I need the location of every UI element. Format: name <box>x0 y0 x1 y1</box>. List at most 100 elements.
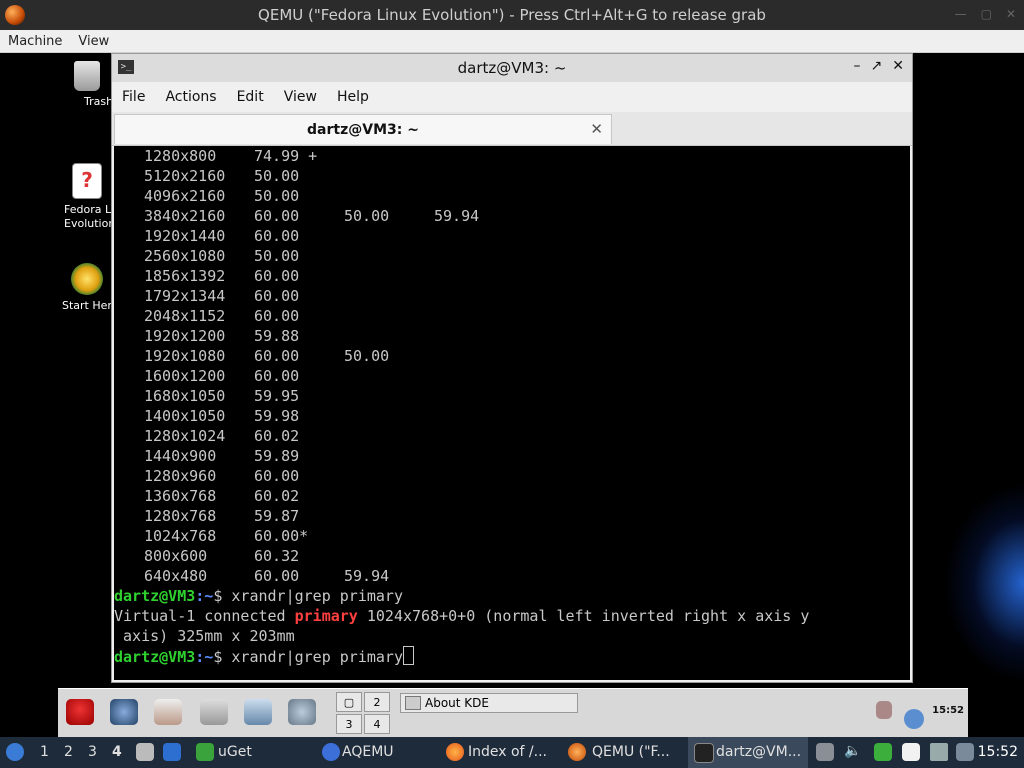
redhat-menu-icon[interactable] <box>66 699 94 725</box>
workspace-4[interactable]: 4 <box>112 744 122 760</box>
menu-actions[interactable]: Actions <box>155 89 226 105</box>
office-icon[interactable] <box>154 699 182 725</box>
desktop-icon-fedora[interactable]: ? Fedora L Evolution <box>58 163 116 231</box>
host-taskbar: 1 2 3 4 uGet AQEMU Index of /... QEMU ("… <box>0 737 1024 768</box>
terminal-icon: >_ <box>118 60 134 74</box>
mode-row: 1920x1440 60.00 <box>114 226 910 246</box>
mode-resolution: 2560x1080 <box>144 247 226 265</box>
mode-row: 5120x2160 50.00 <box>114 166 910 186</box>
mode-refresh-rate: 59.95 <box>254 387 300 405</box>
mode-resolution: 1680x1050 <box>144 387 226 405</box>
pager-desktop-1[interactable]: 1▢ <box>336 692 362 712</box>
uget-tray-icon[interactable] <box>874 743 892 761</box>
prompt-path: :~ <box>195 648 214 666</box>
mode-refresh-rate: 59.98 <box>254 407 300 425</box>
menu-help[interactable]: Help <box>327 89 379 105</box>
mode-refresh-rate: 60.32 <box>254 547 300 565</box>
pager-desktop-4[interactable]: 4 <box>364 714 390 734</box>
mode-refresh-rate: 59.87 <box>254 507 300 525</box>
mode-refresh-rate: 60.00 <box>254 567 300 585</box>
mode-row: 1600x1200 60.00 <box>114 366 910 386</box>
menu-view[interactable]: View <box>70 34 117 49</box>
desktop-icon[interactable] <box>163 743 181 761</box>
task-terminal[interactable]: dartz@VM... <box>716 744 801 760</box>
mode-resolution: 1920x1080 <box>144 347 226 365</box>
terminal-output[interactable]: 1280x800 74.99 + 5120x2160 50.00 4096x2160 50… <box>114 146 910 680</box>
trash-icon[interactable] <box>816 743 834 761</box>
mode-row: 1856x1392 60.00 <box>114 266 910 286</box>
task-firefox[interactable]: Index of /... <box>468 744 547 760</box>
menu-view[interactable]: View <box>274 89 327 105</box>
guest-display: Trash ? Fedora L Evolution Start Her >_ … <box>0 53 1024 768</box>
mode-row: 4096x2160 50.00 <box>114 186 910 206</box>
menu-file[interactable]: File <box>112 89 155 105</box>
mode-row: 1920x1080 60.00 50.00 <box>114 346 910 366</box>
pager-desktop-3[interactable]: 3 <box>336 714 362 734</box>
clipboard-icon[interactable] <box>902 743 920 761</box>
mode-refresh-rate: 60.02 <box>254 427 300 445</box>
maximize-icon[interactable]: ▢ <box>981 7 992 21</box>
workspace-1[interactable]: 1 <box>40 744 49 760</box>
minimize-icon[interactable]: – <box>854 58 861 74</box>
mode-refresh-rate: 60.00 <box>254 347 300 365</box>
terminal-line: axis) 325mm x 203mm <box>114 626 910 646</box>
mode-row: 2560x1080 50.00 <box>114 246 910 266</box>
command-text: xrandr|grep primary <box>231 587 403 605</box>
browser-icon[interactable] <box>110 699 138 725</box>
close-icon[interactable]: ✕ <box>1006 7 1016 21</box>
output-text: 1024x768+0+0 (normal left inverted right… <box>357 607 810 625</box>
update-check-icon[interactable] <box>904 709 924 729</box>
minimize-icon[interactable]: — <box>955 7 967 21</box>
close-icon[interactable]: ✕ <box>892 58 904 74</box>
mode-row: 1440x900 59.89 <box>114 446 910 466</box>
mode-refresh-rate: 59.89 <box>254 447 300 465</box>
aqemu-icon <box>322 743 340 761</box>
app-menu-icon[interactable] <box>6 743 24 761</box>
volume-icon[interactable]: 🔈 <box>844 743 862 761</box>
kde-panel: 1▢ 2 3 4 About KDE 15:52 <box>58 688 968 737</box>
mode-refresh-rate: 50.00 <box>254 167 300 185</box>
window-icon <box>405 696 421 710</box>
mode-row: 1024x768 60.00* <box>114 526 910 546</box>
mode-resolution: 3840x2160 <box>144 207 226 225</box>
mode-resolution: 1856x1392 <box>144 267 226 285</box>
pager-label: 4 <box>373 717 381 731</box>
mode-row: 640x480 60.00 59.94 <box>114 566 910 586</box>
pager-desktop-2[interactable]: 2 <box>364 692 390 712</box>
menu-machine[interactable]: Machine <box>0 34 70 49</box>
command-input[interactable]: xrandr|grep primary <box>231 648 403 666</box>
mode-refresh-rate: 60.00 <box>254 227 300 245</box>
workspace-3[interactable]: 3 <box>88 744 97 760</box>
menu-edit[interactable]: Edit <box>227 89 274 105</box>
file-manager-icon[interactable] <box>136 743 154 761</box>
keyboard-icon[interactable] <box>930 743 948 761</box>
mode-refresh-rate: 60.00 <box>254 307 300 325</box>
terminal-tab[interactable]: dartz@VM3: ~ ✕ <box>114 114 612 144</box>
desktop-icon-label: Fedora L Evolution <box>64 203 116 230</box>
task-qemu[interactable]: QEMU ("F... <box>592 744 670 760</box>
network-icon[interactable] <box>956 743 974 761</box>
clipboard-icon[interactable] <box>876 701 892 719</box>
desktop-icon-start-here[interactable]: Start Her <box>58 263 116 313</box>
desktop-icon-trash[interactable]: Trash <box>58 61 116 109</box>
mode-row: 1792x1344 60.00 <box>114 286 910 306</box>
workspace-2[interactable]: 2 <box>64 744 73 760</box>
host-window-controls: — ▢ ✕ <box>955 7 1016 21</box>
kde-clock: 15:52 <box>932 705 964 716</box>
task-uget[interactable]: uGet <box>218 744 252 760</box>
terminal-title-bar[interactable]: >_ dartz@VM3: ~ – ↗ ✕ <box>112 54 912 82</box>
maximize-icon[interactable]: ↗ <box>871 58 883 74</box>
mail-icon[interactable] <box>200 699 228 725</box>
mode-row: 1400x1050 59.98 <box>114 406 910 426</box>
task-aqemu[interactable]: AQEMU <box>342 744 394 760</box>
monitor-icon[interactable] <box>244 699 272 725</box>
mode-refresh-rate: 50.00 <box>344 347 390 365</box>
network-icon[interactable] <box>288 699 316 725</box>
desktop-icon-label: Trash <box>84 95 114 108</box>
mode-resolution: 1920x1440 <box>144 227 226 245</box>
firefox-icon <box>446 743 464 761</box>
close-tab-icon[interactable]: ✕ <box>590 120 603 138</box>
task-about-kde[interactable]: About KDE <box>400 693 578 713</box>
qemu-title-bar: QEMU ("Fedora Linux Evolution") - Press … <box>0 0 1024 30</box>
terminal-window[interactable]: >_ dartz@VM3: ~ – ↗ ✕ File Actions Edit … <box>111 53 913 683</box>
